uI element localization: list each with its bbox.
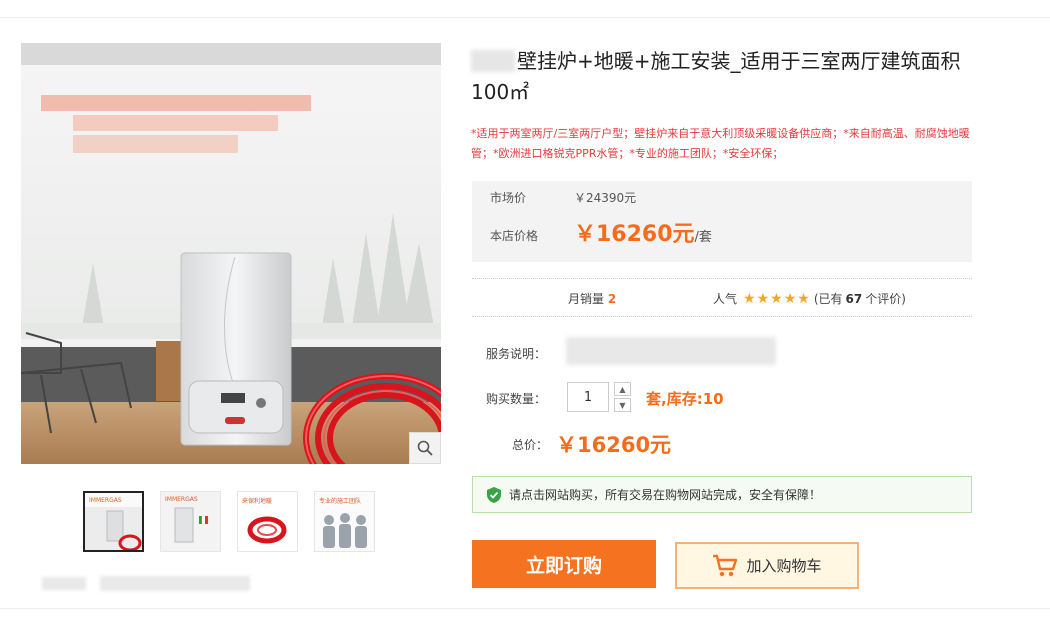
add-to-cart-label: 加入购物车 xyxy=(746,557,822,575)
thumbnail-caption: 专业的施工团队 xyxy=(319,498,362,505)
magnifier-icon xyxy=(417,440,433,456)
shop-price-unit: /套 xyxy=(694,230,712,245)
thumbnail-1[interactable]: IMMERGAS xyxy=(83,491,144,552)
sales-value: 2 xyxy=(607,292,617,306)
sales-label: 月销量 xyxy=(568,292,605,306)
quantity-label: 购买数量： xyxy=(486,392,547,406)
product-main-image[interactable] xyxy=(21,43,441,464)
product-photo xyxy=(21,43,441,464)
sales-stats-row: 月销量 2 人气 ★ ★ ★ ★ ★ (已有 67 个评价) xyxy=(472,278,972,317)
product-promo-text: *适用于两室两厅/三室两厅户型；壁挂炉来自于意大利顶级采暖设备供应商；*来自耐高… xyxy=(471,127,970,160)
star-icon: ★ xyxy=(756,290,770,307)
thumbnail-4[interactable]: 专业的施工团队 xyxy=(314,491,375,552)
chevron-down-icon: ▼ xyxy=(619,400,626,410)
shield-check-icon xyxy=(487,486,501,503)
quantity-decrease-button[interactable]: ▼ xyxy=(614,398,631,412)
quantity-input[interactable] xyxy=(567,382,609,412)
market-price-value: ￥24390元 xyxy=(574,191,637,205)
service-content-blurred xyxy=(566,337,776,365)
review-suffix: 个评价) xyxy=(865,292,906,306)
star-icon: ★ xyxy=(797,290,810,307)
product-title: 壁挂炉+地暖+施工安装_适用于三室两厅建筑面积100㎡ xyxy=(471,46,971,108)
star-icon: ★ xyxy=(783,290,797,307)
thumbnail-caption: IMMERGAS xyxy=(165,496,198,503)
review-count[interactable]: 67 xyxy=(846,292,863,306)
shop-price: ￥16260元/套 xyxy=(574,216,712,248)
add-to-cart-button[interactable]: 加入购物车 xyxy=(675,542,859,589)
thumbnail-2[interactable]: IMMERGAS xyxy=(160,491,221,552)
chevron-up-icon: ▲ xyxy=(619,384,626,394)
collect-row-blurred xyxy=(100,576,250,591)
quantity-increase-button[interactable]: ▲ xyxy=(614,382,631,396)
shop-price-label: 本店价格 xyxy=(490,229,539,243)
price-box: 市场价 ￥24390元 本店价格 ￥16260元/套 xyxy=(472,181,972,262)
popularity-label: 人气 xyxy=(713,292,738,306)
notice-text: 请点击网站购买，所有交易在购物网站完成，安全有保障！ xyxy=(509,488,822,502)
market-price-label: 市场价 xyxy=(490,191,527,205)
star-icon: ★ xyxy=(743,290,756,307)
review-prefix: (已有 xyxy=(813,292,843,306)
thumbnail-strip: IMMERGAS IMMERGAS 来保利地暖 专业的施工团队 xyxy=(83,491,375,552)
total-price: ￥16260元 xyxy=(556,433,672,457)
brand-blurred xyxy=(471,50,515,72)
thumbnail-caption: 来保利地暖 xyxy=(242,498,273,505)
service-label: 服务说明： xyxy=(486,347,547,361)
bottom-divider xyxy=(0,608,1050,609)
share-row-blurred xyxy=(42,577,86,590)
stock-info: 套,库存:10 xyxy=(646,390,724,408)
total-label: 总价： xyxy=(512,438,549,452)
popularity: 人气 ★ ★ ★ ★ ★ (已有 67 个评价) xyxy=(713,290,906,307)
top-divider xyxy=(0,17,1050,18)
buy-now-label: 立即订购 xyxy=(525,554,602,577)
product-title-text: 壁挂炉+地暖+施工安装_适用于三室两厅建筑面积100㎡ xyxy=(471,49,961,104)
shop-price-value: ￥16260元 xyxy=(574,222,695,247)
thumbnail-3[interactable]: 来保利地暖 xyxy=(237,491,298,552)
star-icon: ★ xyxy=(770,290,783,307)
thumbnail-caption: IMMERGAS xyxy=(89,497,122,504)
safety-notice: 请点击网站购买，所有交易在购物网站完成，安全有保障！ xyxy=(472,476,972,513)
monthly-sales: 月销量 2 xyxy=(568,290,616,307)
zoom-button[interactable] xyxy=(409,432,441,464)
rating-stars: ★ ★ ★ ★ ★ xyxy=(743,292,810,306)
buy-now-button[interactable]: 立即订购 xyxy=(472,540,656,588)
cart-icon xyxy=(712,554,738,578)
